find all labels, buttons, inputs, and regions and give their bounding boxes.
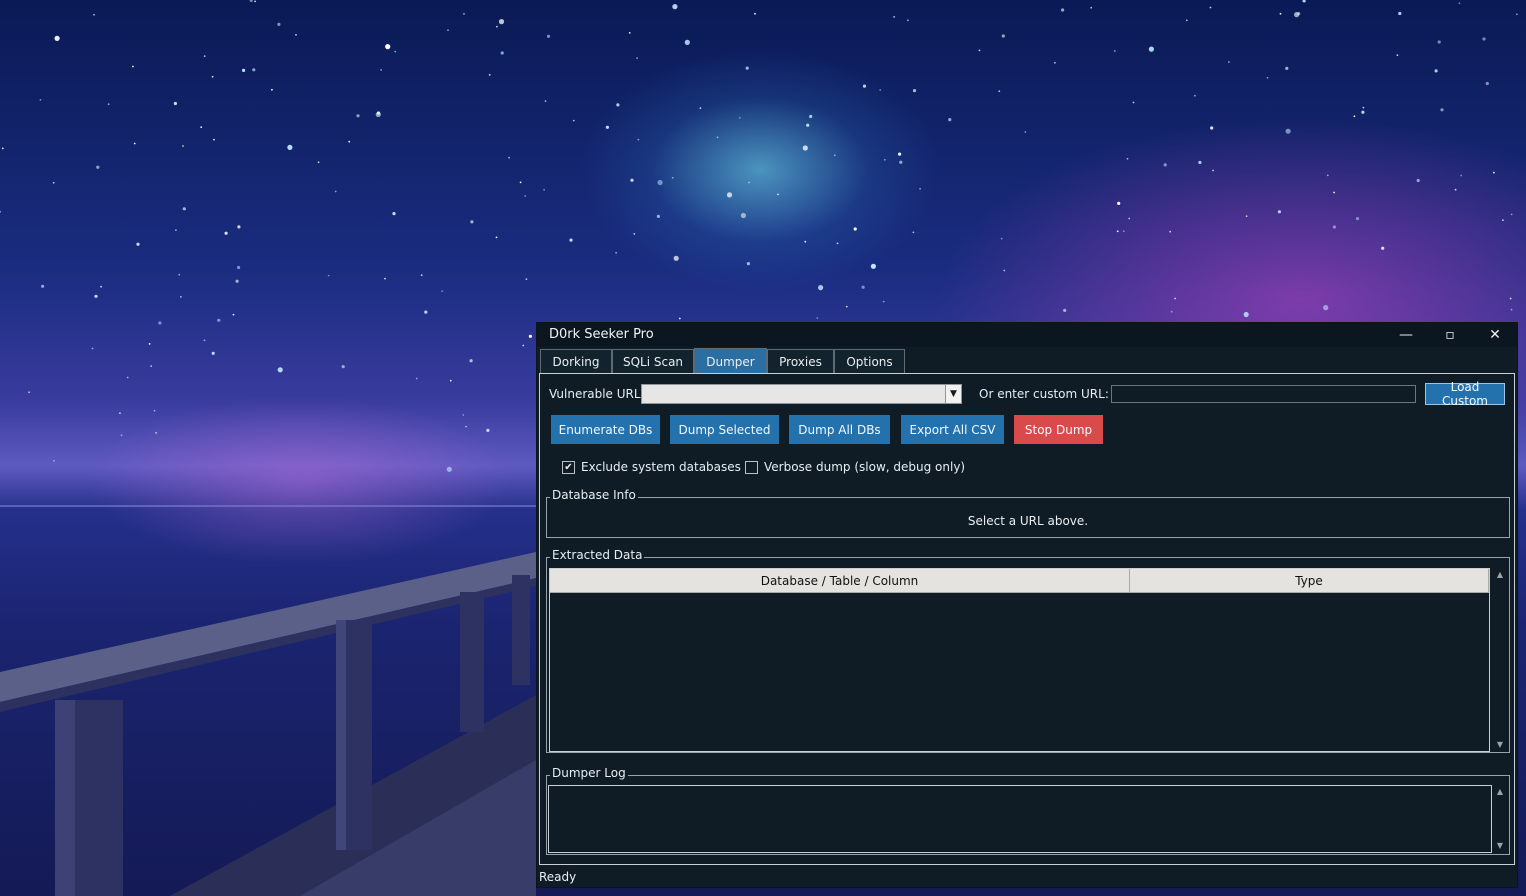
extracted-data-group: Extracted Data Database / Table / Column… — [546, 548, 1510, 753]
verbose-dump-checkbox[interactable] — [745, 460, 758, 474]
dumper-log-scrollbar[interactable]: ▲ ▼ — [1492, 785, 1508, 853]
scroll-down-icon[interactable]: ▼ — [1495, 740, 1505, 750]
export-all-csv-button[interactable]: Export All CSV — [901, 415, 1004, 444]
column-header-type[interactable]: Type — [1130, 569, 1489, 593]
custom-url-label: Or enter custom URL: — [979, 387, 1109, 401]
chevron-down-icon[interactable]: ▼ — [945, 385, 961, 403]
extracted-data-title: Extracted Data — [550, 548, 645, 562]
minimize-button[interactable]: — — [1384, 323, 1428, 347]
scroll-up-icon[interactable]: ▲ — [1495, 570, 1505, 580]
column-header-name[interactable]: Database / Table / Column — [550, 569, 1130, 593]
title-bar[interactable]: D0rk Seeker Pro — ▫ ✕ — [537, 323, 1517, 347]
dump-selected-button[interactable]: Dump Selected — [670, 415, 779, 444]
stop-dump-button[interactable]: Stop Dump — [1014, 415, 1103, 444]
tab-label: Dumper — [706, 354, 755, 369]
close-icon: ✕ — [1489, 327, 1501, 343]
verbose-dump-checkbox-row[interactable]: Verbose dump (slow, debug only) — [745, 460, 965, 474]
window-title: D0rk Seeker Pro — [549, 327, 654, 342]
exclude-system-checkbox[interactable]: ✔ — [562, 460, 575, 474]
app-window: D0rk Seeker Pro — ▫ ✕ Dorking SQLi Scan … — [536, 322, 1518, 888]
dumper-log-text[interactable] — [548, 785, 1492, 853]
load-custom-button[interactable]: Load Custom — [1425, 380, 1505, 408]
extracted-data-scrollbar[interactable]: ▲ ▼ — [1492, 568, 1508, 752]
dump-all-dbs-button[interactable]: Dump All DBs — [789, 415, 890, 444]
enumerate-dbs-button[interactable]: Enumerate DBs — [551, 415, 660, 444]
minimize-icon: — — [1399, 327, 1413, 343]
dumper-log-title: Dumper Log — [550, 766, 628, 780]
tab-label: Proxies — [779, 354, 822, 369]
exclude-system-checkbox-row[interactable]: ✔ Exclude system databases — [562, 460, 741, 474]
vulnerable-url-label: Vulnerable URL: — [549, 387, 645, 401]
tab-options[interactable]: Options — [834, 349, 905, 373]
dumper-log-group: Dumper Log ▲ ▼ — [546, 766, 1510, 855]
database-info-title: Database Info — [550, 488, 638, 502]
close-button[interactable]: ✕ — [1473, 323, 1517, 347]
tab-dorking[interactable]: Dorking — [540, 349, 612, 373]
tab-strip: Dorking SQLi Scan Dumper Proxies Options — [540, 348, 1516, 374]
scroll-down-icon[interactable]: ▼ — [1495, 841, 1505, 851]
scroll-up-icon[interactable]: ▲ — [1495, 787, 1505, 797]
database-info-message: Select a URL above. — [967, 514, 1089, 528]
vulnerable-url-combobox[interactable]: ▼ — [641, 384, 962, 404]
custom-url-input[interactable] — [1111, 385, 1416, 403]
verbose-dump-label: Verbose dump (slow, debug only) — [764, 460, 966, 474]
tab-dumper[interactable]: Dumper — [694, 348, 767, 374]
tab-proxies[interactable]: Proxies — [767, 349, 834, 373]
maximize-icon: ▫ — [1445, 327, 1455, 343]
tab-sqli-scan[interactable]: SQLi Scan — [612, 349, 694, 373]
tab-label: Dorking — [552, 354, 600, 369]
dumper-panel: Vulnerable URL: ▼ Or enter custom URL: L… — [539, 373, 1515, 865]
maximize-button[interactable]: ▫ — [1428, 323, 1472, 347]
tab-label: SQLi Scan — [622, 354, 684, 369]
database-info-group: Database Info Select a URL above. — [546, 488, 1510, 538]
check-icon: ✔ — [564, 461, 573, 473]
exclude-system-label: Exclude system databases — [581, 460, 741, 474]
extracted-data-tree[interactable]: Database / Table / Column Type — [549, 568, 1490, 752]
tab-label: Options — [846, 354, 893, 369]
status-bar: Ready — [539, 870, 577, 884]
